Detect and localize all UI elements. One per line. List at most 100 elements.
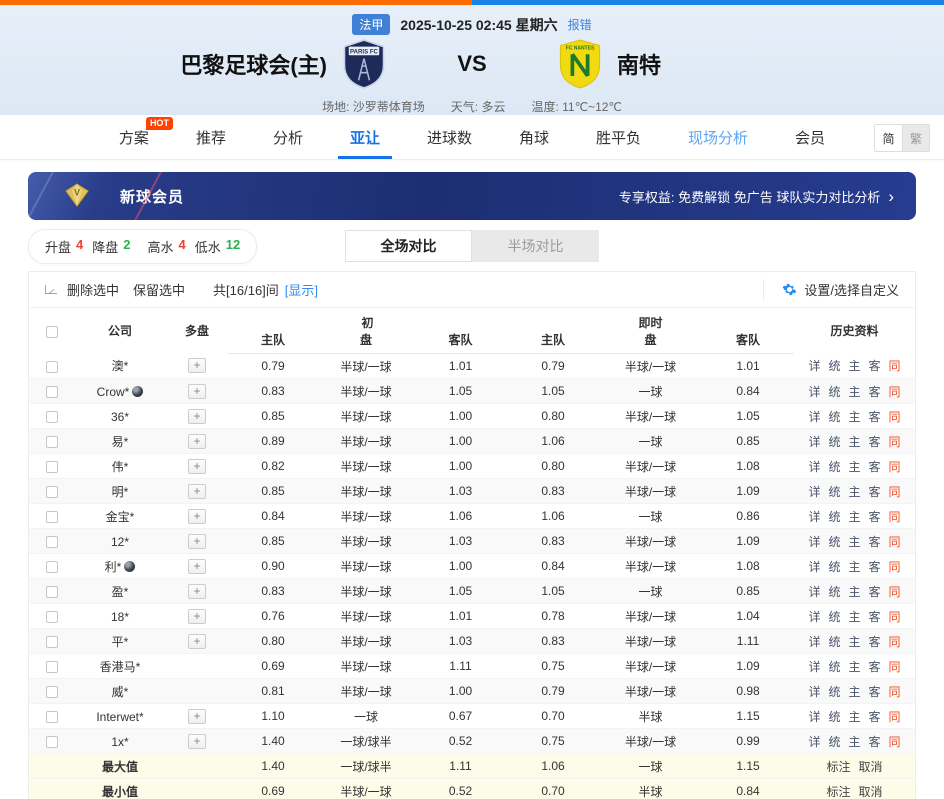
history-link[interactable]: 客 — [869, 635, 881, 649]
row-checkbox[interactable] — [46, 686, 58, 698]
history-link[interactable]: 主 — [849, 485, 861, 499]
nav-tab-3[interactable]: 亚让 — [350, 115, 380, 159]
lang-simplified-button[interactable]: 简 — [875, 125, 902, 151]
history-link[interactable]: 客 — [869, 385, 881, 399]
row-checkbox[interactable] — [46, 661, 58, 673]
history-link[interactable]: 统 — [828, 460, 840, 474]
nav-tab-4[interactable]: 进球数 — [427, 115, 472, 159]
row-checkbox[interactable] — [46, 586, 58, 598]
history-link[interactable]: 客 — [869, 485, 881, 499]
row-checkbox[interactable] — [46, 736, 58, 748]
history-link[interactable]: 统 — [828, 485, 840, 499]
history-link[interactable]: 同 — [889, 435, 901, 449]
multi-odds-button[interactable]: + — [188, 509, 206, 524]
history-link[interactable]: 主 — [849, 460, 861, 474]
history-link[interactable]: 统 — [828, 610, 840, 624]
history-link[interactable]: 统 — [828, 735, 840, 749]
history-link[interactable]: 主 — [849, 735, 861, 749]
history-link[interactable]: 同 — [889, 385, 901, 399]
row-checkbox[interactable] — [46, 511, 58, 523]
select-all-checkbox[interactable] — [46, 326, 58, 338]
history-link[interactable]: 详 — [808, 660, 820, 674]
history-link[interactable]: 同 — [889, 485, 901, 499]
history-link[interactable]: 主 — [849, 535, 861, 549]
nav-tab-5[interactable]: 角球 — [519, 115, 549, 159]
history-link[interactable]: 详 — [808, 635, 820, 649]
multi-odds-button[interactable]: + — [188, 634, 206, 649]
delete-selected-button[interactable]: 删除选中 — [67, 280, 119, 299]
history-link[interactable]: 统 — [828, 385, 840, 399]
nav-tab-1[interactable]: 推荐 — [196, 115, 226, 159]
history-link[interactable]: 详 — [808, 560, 820, 574]
row-checkbox[interactable] — [46, 361, 58, 373]
history-link[interactable]: 客 — [869, 735, 881, 749]
row-checkbox[interactable] — [46, 561, 58, 573]
row-checkbox[interactable] — [46, 711, 58, 723]
history-link[interactable]: 客 — [869, 460, 881, 474]
history-link[interactable]: 同 — [889, 710, 901, 724]
history-link[interactable]: 主 — [849, 560, 861, 574]
nav-tab-8[interactable]: 会员 — [795, 115, 825, 159]
nav-tab-7[interactable]: 现场分析 — [688, 115, 748, 159]
history-link[interactable]: 详 — [808, 460, 820, 474]
history-link[interactable]: 同 — [889, 510, 901, 524]
settings-customize-link[interactable]: 设置/选择自定义 — [804, 280, 899, 299]
history-link[interactable]: 统 — [828, 585, 840, 599]
row-checkbox[interactable] — [46, 611, 58, 623]
history-link[interactable]: 统 — [828, 535, 840, 549]
history-link[interactable]: 同 — [889, 560, 901, 574]
multi-odds-button[interactable]: + — [188, 484, 206, 499]
multi-odds-button[interactable]: + — [188, 459, 206, 474]
history-link[interactable]: 详 — [808, 535, 820, 549]
history-link[interactable]: 统 — [828, 660, 840, 674]
multi-odds-button[interactable]: + — [188, 609, 206, 624]
history-link[interactable]: 客 — [869, 510, 881, 524]
history-link[interactable]: 统 — [828, 510, 840, 524]
history-link[interactable]: 详 — [808, 359, 820, 373]
history-link[interactable]: 详 — [808, 710, 820, 724]
half-match-tab[interactable]: 半场对比 — [472, 230, 599, 262]
history-link[interactable]: 同 — [889, 610, 901, 624]
multi-odds-button[interactable]: + — [188, 709, 206, 724]
history-link[interactable]: 客 — [869, 610, 881, 624]
history-link[interactable]: 同 — [889, 685, 901, 699]
history-link[interactable]: 同 — [889, 410, 901, 424]
show-link[interactable]: [显示] — [285, 280, 318, 299]
multi-odds-button[interactable]: + — [188, 384, 206, 399]
history-link[interactable]: 详 — [808, 585, 820, 599]
full-match-tab[interactable]: 全场对比 — [345, 230, 472, 262]
history-link[interactable]: 统 — [828, 685, 840, 699]
history-link[interactable]: 统 — [828, 710, 840, 724]
history-link[interactable]: 客 — [869, 685, 881, 699]
history-link[interactable]: 客 — [869, 410, 881, 424]
history-link[interactable]: 主 — [849, 635, 861, 649]
row-checkbox[interactable] — [46, 436, 58, 448]
history-link[interactable]: 统 — [828, 359, 840, 373]
history-link[interactable]: 统 — [828, 410, 840, 424]
history-link[interactable]: 同 — [889, 735, 901, 749]
history-link[interactable]: 同 — [889, 635, 901, 649]
history-link[interactable]: 统 — [828, 560, 840, 574]
history-link[interactable]: 客 — [869, 535, 881, 549]
history-link[interactable]: 同 — [889, 585, 901, 599]
history-link[interactable]: 主 — [849, 585, 861, 599]
row-checkbox[interactable] — [46, 386, 58, 398]
history-link[interactable]: 主 — [849, 710, 861, 724]
history-link[interactable]: 同 — [889, 660, 901, 674]
history-link[interactable]: 主 — [849, 510, 861, 524]
history-link[interactable]: 详 — [808, 485, 820, 499]
lang-traditional-button[interactable]: 繁 — [902, 125, 929, 151]
history-link[interactable]: 主 — [849, 435, 861, 449]
history-link[interactable]: 统 — [828, 435, 840, 449]
history-link[interactable]: 详 — [808, 385, 820, 399]
history-link[interactable]: 客 — [869, 560, 881, 574]
multi-odds-button[interactable]: + — [188, 358, 206, 373]
multi-odds-button[interactable]: + — [188, 409, 206, 424]
summary-link[interactable]: 标注 — [827, 760, 851, 774]
multi-odds-button[interactable]: + — [188, 734, 206, 749]
vip-banner[interactable]: V 新球会员 专享权益: 免费解锁 免广告 球队实力对比分析 › — [28, 172, 916, 220]
keep-selected-button[interactable]: 保留选中 — [133, 280, 185, 299]
summary-link[interactable]: 标注 — [827, 785, 851, 799]
history-link[interactable]: 主 — [849, 660, 861, 674]
history-link[interactable]: 客 — [869, 359, 881, 373]
